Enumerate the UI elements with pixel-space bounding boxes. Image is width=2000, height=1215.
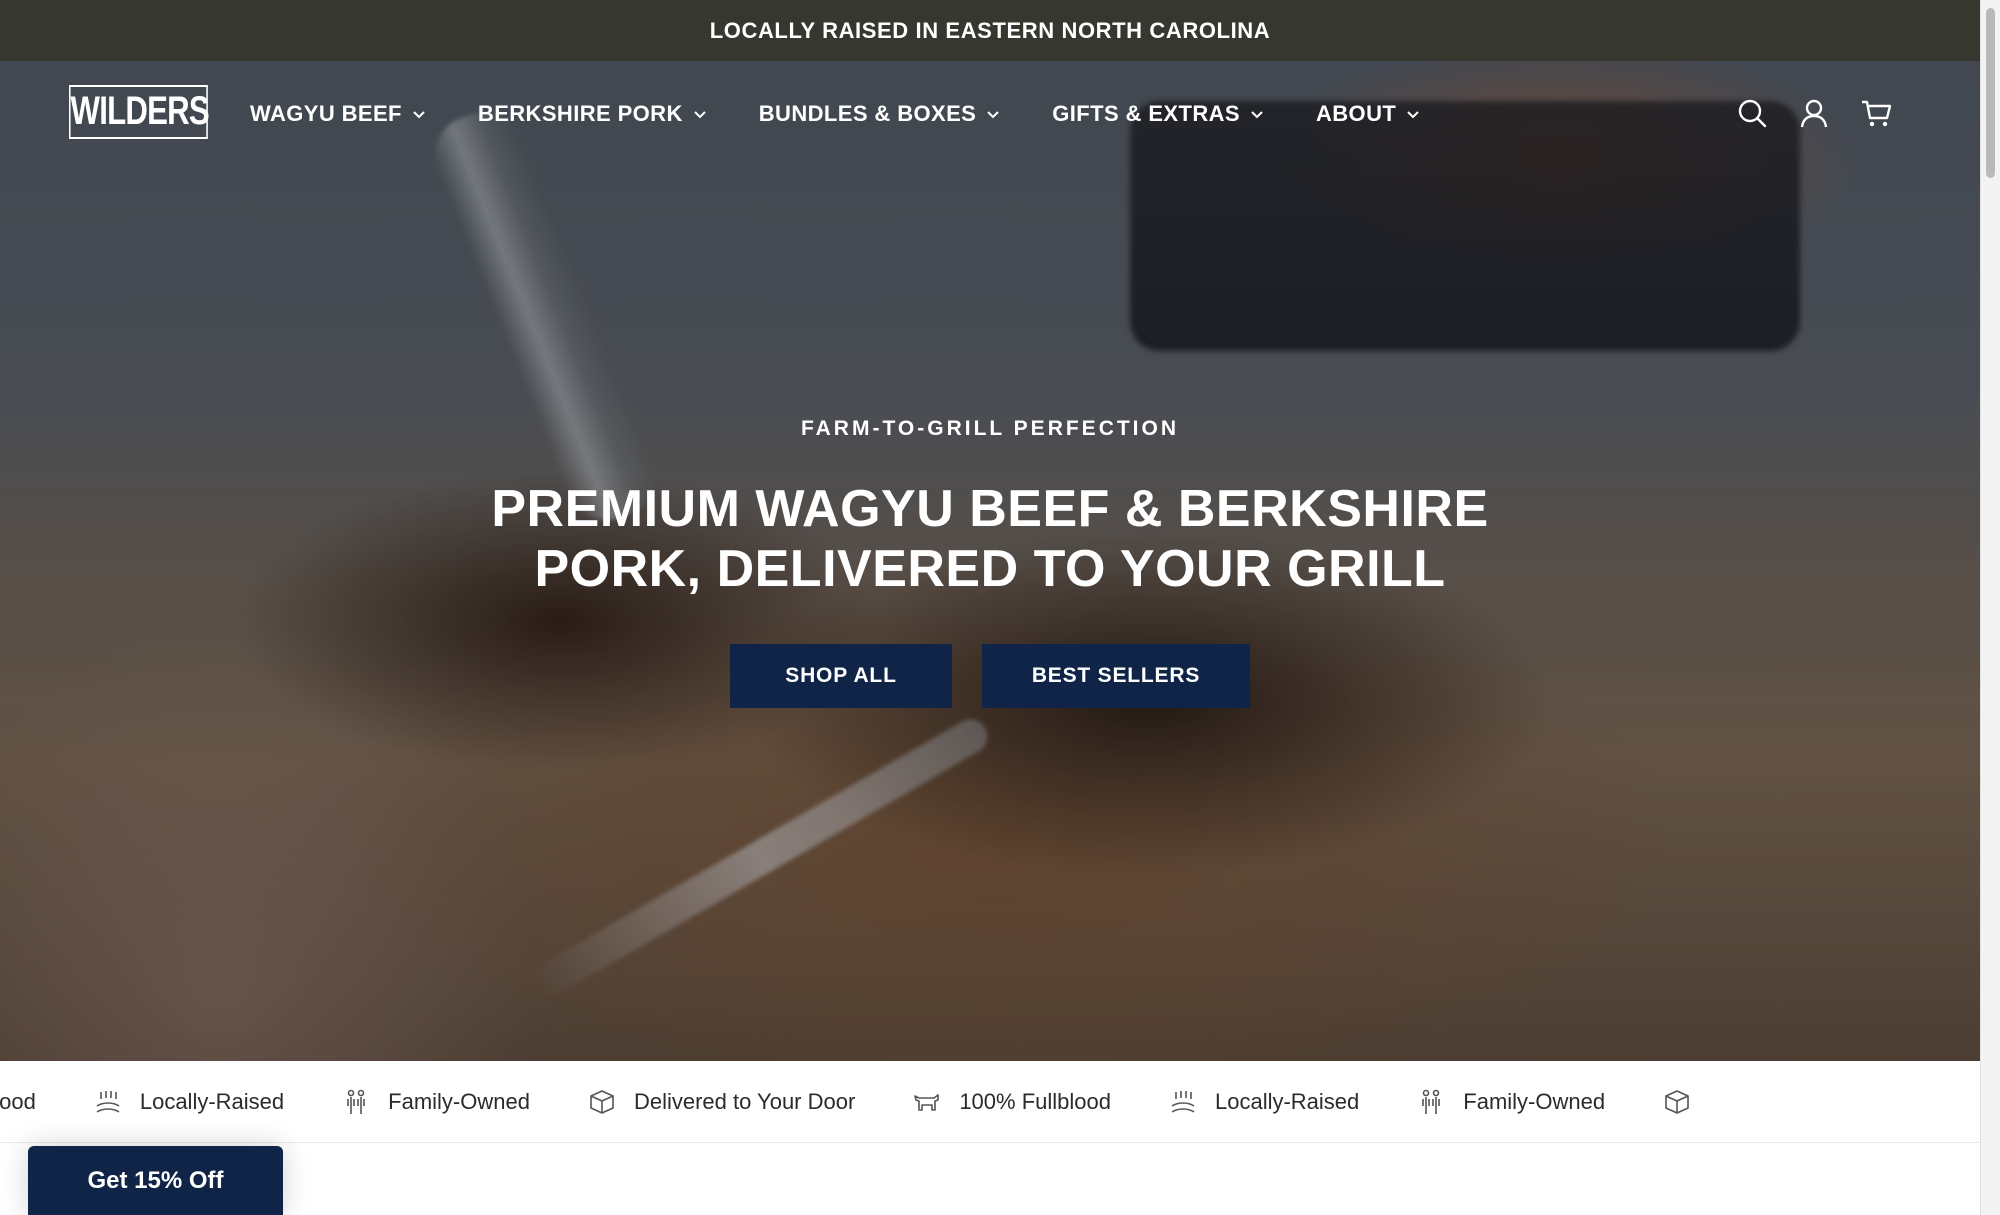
marquee-label: 100% Fullblood: [959, 1088, 1111, 1114]
hero-content: FARM-TO-GRILL PERFECTION PREMIUM WAGYU B…: [0, 61, 1980, 1061]
announcement-bar: LOCALLY RAISED IN EASTERN NORTH CAROLINA: [0, 0, 1980, 61]
shop-all-button[interactable]: SHOP ALL: [730, 644, 952, 708]
field-icon: [96, 1090, 120, 1113]
scrollbar-thumb[interactable]: [1986, 8, 1995, 178]
hero-cta-row: SHOP ALL BEST SELLERS: [0, 644, 1980, 708]
nav-label: BUNDLES & BOXES: [758, 100, 977, 126]
field-icon: [1171, 1090, 1195, 1113]
box-icon: [1665, 1089, 1689, 1114]
marquee-label: Locally-Raised: [1214, 1088, 1360, 1114]
marquee-label: ullblood: [0, 1088, 36, 1114]
family-icon: [1422, 1089, 1441, 1114]
marquee-label: Family-Owned: [1463, 1088, 1606, 1114]
nav-label: BERKSHIRE PORK: [477, 100, 683, 126]
announcement-text: LOCALLY RAISED IN EASTERN NORTH CAROLINA: [709, 17, 1271, 43]
header-icons: [1736, 97, 1892, 129]
marquee-item: 100% Fullblood: [913, 1088, 1111, 1116]
nav-label: WAGYU BEEF: [250, 100, 402, 126]
page: LOCALLY RAISED IN EASTERN NORTH CAROLINA…: [0, 0, 1980, 1215]
box-icon: [590, 1089, 614, 1114]
nav-berkshire-pork[interactable]: BERKSHIRE PORK: [478, 101, 707, 127]
chevron-down-icon: [1251, 110, 1263, 118]
nav-wagyu-beef[interactable]: WAGYU BEEF: [250, 101, 426, 127]
marquee-item: Delivered to Your Door: [588, 1088, 855, 1116]
page-scrollbar[interactable]: [1980, 0, 2000, 1215]
main-nav: WAGYU BEEF BERKSHIRE PORK BUNDLES & BOXE…: [250, 61, 1472, 166]
hero-headline-line-2: PORK, DELIVERED TO YOUR GRILL: [534, 540, 1446, 598]
nav-gifts-extras[interactable]: GIFTS & EXTRAS: [1052, 101, 1264, 127]
marquee-track: ullblood Locally-Raised Family-Owned Del…: [0, 1061, 1767, 1142]
marquee-item: Family-Owned: [342, 1088, 530, 1116]
family-icon: [347, 1089, 365, 1114]
cart-icon[interactable]: [1860, 97, 1892, 129]
nav-label: GIFTS & EXTRAS: [1052, 100, 1240, 126]
nav-bundles-boxes[interactable]: BUNDLES & BOXES: [759, 101, 1000, 127]
chevron-down-icon: [413, 110, 425, 118]
nav-label: ABOUT: [1315, 100, 1397, 126]
nav-about[interactable]: ABOUT: [1316, 101, 1420, 127]
marquee-item: Locally-Raised: [1169, 1088, 1359, 1116]
marquee-item: Locally-Raised: [94, 1088, 284, 1116]
marquee-label: Family-Owned: [388, 1088, 530, 1114]
marquee-label: Delivered to Your Door: [633, 1088, 856, 1114]
marquee-item: Family-Owned: [1417, 1088, 1605, 1116]
chevron-down-icon: [1407, 110, 1419, 118]
site-header: WILDERS WAGYU BEEF BERKSHIRE PORK BUNDLE…: [0, 61, 1980, 166]
best-sellers-button[interactable]: BEST SELLERS: [982, 644, 1250, 708]
feature-marquee: ullblood Locally-Raised Family-Owned Del…: [0, 1061, 1980, 1143]
logo-text: WILDERS: [70, 89, 210, 133]
marquee-item: [1663, 1088, 1709, 1116]
chevron-down-icon: [694, 110, 706, 118]
marquee-label: Locally-Raised: [139, 1088, 285, 1114]
hero-headline-line-1: PREMIUM WAGYU BEEF & BERKSHIRE: [491, 480, 1489, 538]
account-icon[interactable]: [1798, 97, 1830, 129]
search-icon[interactable]: [1736, 97, 1768, 129]
chevron-down-icon: [987, 110, 999, 118]
get-discount-tab[interactable]: Get 15% Off: [28, 1146, 283, 1215]
marquee-item: ullblood: [0, 1089, 36, 1115]
hero-headline: PREMIUM WAGYU BEEF & BERKSHIRE PORK, DEL…: [0, 479, 1980, 599]
promo-label: Get 15% Off: [87, 1166, 224, 1194]
wilders-logo[interactable]: WILDERS: [69, 85, 210, 139]
hero-eyebrow: FARM-TO-GRILL PERFECTION: [800, 417, 1180, 440]
cow-icon: [914, 1093, 940, 1111]
